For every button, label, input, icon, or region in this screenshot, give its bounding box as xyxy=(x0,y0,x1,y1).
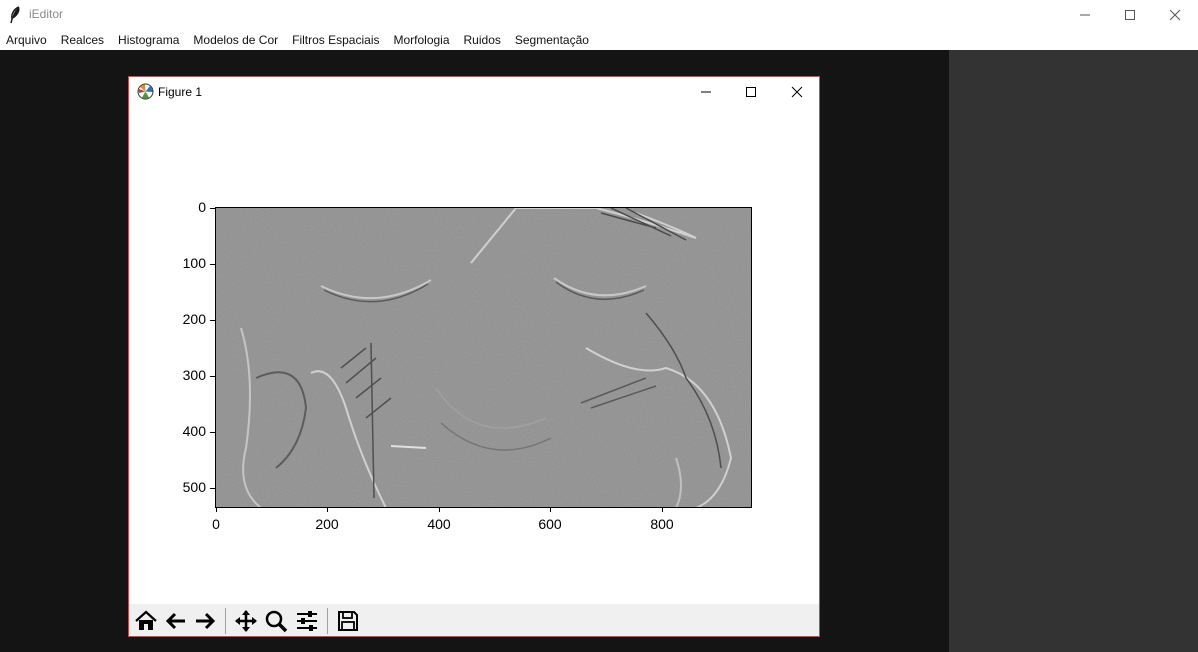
zoom-icon xyxy=(265,610,288,633)
home-button[interactable] xyxy=(132,607,160,635)
menu-realces[interactable]: Realces xyxy=(54,30,111,50)
close-icon xyxy=(1169,9,1181,21)
pan-icon xyxy=(235,610,257,632)
matplotlib-icon xyxy=(137,83,154,100)
y-tick-label: 300 xyxy=(182,367,206,383)
maximize-icon xyxy=(1125,10,1135,20)
x-tick-label: 200 xyxy=(315,516,339,532)
minimize-icon xyxy=(1080,14,1090,16)
x-tick-mark xyxy=(216,507,217,512)
y-tick-label: 200 xyxy=(182,311,206,327)
x-tick-mark xyxy=(550,507,551,512)
feather-icon xyxy=(10,6,20,24)
minimize-icon xyxy=(701,91,711,93)
figure-minimize-button[interactable] xyxy=(684,79,728,105)
embossed-image xyxy=(216,208,751,507)
figure-maximize-button[interactable] xyxy=(729,79,773,105)
x-tick-label: 600 xyxy=(538,516,562,532)
toolbar-separator xyxy=(327,608,328,634)
menu-histograma[interactable]: Histograma xyxy=(111,30,186,50)
app-title: iEditor xyxy=(29,7,64,21)
menu-arquivo[interactable]: Arquivo xyxy=(0,30,54,50)
close-button[interactable] xyxy=(1152,0,1198,30)
x-tick-label: 400 xyxy=(427,516,451,532)
back-arrow-icon xyxy=(165,612,185,630)
menu-modelos-de-cor[interactable]: Modelos de Cor xyxy=(186,30,285,50)
pan-button[interactable] xyxy=(232,607,260,635)
forward-button[interactable] xyxy=(191,607,219,635)
toolbar-separator xyxy=(225,608,226,634)
menu-morfologia[interactable]: Morfologia xyxy=(386,30,456,50)
zoom-button[interactable] xyxy=(262,607,290,635)
save-button[interactable] xyxy=(334,607,362,635)
maximize-icon xyxy=(746,87,756,97)
side-panel xyxy=(949,50,1198,652)
forward-arrow-icon xyxy=(196,612,216,630)
figure-title: Figure 1 xyxy=(158,85,203,99)
save-icon xyxy=(338,611,358,631)
maximize-button[interactable] xyxy=(1107,0,1153,30)
x-tick-mark xyxy=(327,507,328,512)
y-tick-label: 0 xyxy=(198,199,206,215)
figure-window: Figure 1 0 100 200 300 400 500 0 200 400… xyxy=(128,76,820,637)
x-tick-label: 800 xyxy=(650,516,674,532)
back-button[interactable] xyxy=(162,607,190,635)
status-strip xyxy=(0,647,949,652)
home-icon xyxy=(135,610,157,630)
close-icon xyxy=(791,86,803,98)
figure-toolbar xyxy=(129,604,819,636)
y-tick-label: 400 xyxy=(182,423,206,439)
menu-ruidos[interactable]: Ruidos xyxy=(457,30,508,50)
menu-filtros-espaciais[interactable]: Filtros Espaciais xyxy=(285,30,386,50)
y-tick-label: 100 xyxy=(182,255,206,271)
x-tick-mark xyxy=(662,507,663,512)
y-tick-label: 500 xyxy=(182,479,206,495)
x-tick-label: 0 xyxy=(212,516,220,532)
configure-subplots-button[interactable] xyxy=(293,607,321,635)
app-titlebar: iEditor xyxy=(0,0,1198,30)
x-tick-mark xyxy=(439,507,440,512)
menubar: Arquivo Realces Histograma Modelos de Co… xyxy=(0,30,1198,50)
minimize-button[interactable] xyxy=(1062,0,1108,30)
figure-close-button[interactable] xyxy=(775,79,819,105)
configure-subplots-icon xyxy=(297,611,317,631)
image-plot[interactable] xyxy=(215,207,752,508)
menu-segmentacao[interactable]: Segmentação xyxy=(508,30,596,50)
figure-titlebar: Figure 1 xyxy=(129,77,819,107)
